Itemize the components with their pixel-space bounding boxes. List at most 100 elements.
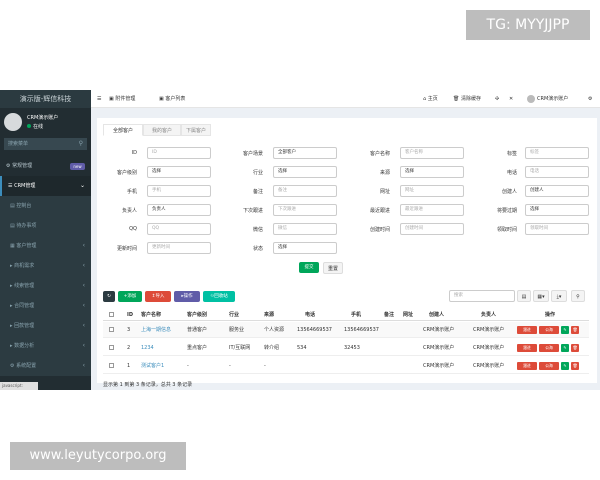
filter-select[interactable]: 选择 bbox=[273, 166, 337, 178]
col-mobile[interactable]: 手机 bbox=[351, 309, 361, 321]
cell-creator: CRM演示账户 bbox=[423, 327, 455, 333]
follow-up-button[interactable]: 跟进 bbox=[517, 344, 537, 352]
table-row[interactable]: 1 测试客户1 - - - CRM演示账户 CRM演示账户 跟进 公海 ✎ 🗑 bbox=[103, 358, 589, 374]
col-id[interactable]: ID bbox=[127, 309, 133, 321]
table-row[interactable]: 3 上海一期信息 普通客户 服务业 个人资源 13564669537 13564669537… bbox=[103, 322, 589, 338]
filter-input[interactable]: 更新时间 bbox=[147, 242, 211, 254]
export-icon[interactable]: ⤓▾ bbox=[551, 290, 567, 302]
sidebar-item-contracts[interactable]: ▸ 合同管理 ‹ bbox=[0, 296, 91, 316]
filter-label: 客户场景 bbox=[242, 151, 263, 157]
main-panel: 全部客户 我的客户 下属客户 ID ID 客户场景 全部客户 客户名称 客户名称 标签 标签客… bbox=[97, 118, 597, 388]
tab-sub-customers[interactable]: 下属客户 bbox=[181, 124, 211, 136]
delete-button[interactable]: 🗑 bbox=[571, 326, 579, 334]
cell-name[interactable]: 上海一期信息 bbox=[141, 322, 171, 338]
filter-input[interactable]: 电话 bbox=[525, 166, 589, 178]
public-pool-button[interactable]: 公海 bbox=[539, 326, 559, 334]
filter-select[interactable]: 选择 bbox=[147, 166, 211, 178]
delete-button[interactable]: 🗑 bbox=[571, 344, 579, 352]
sidebar-item-general[interactable]: ⚙ 常规管理 new bbox=[0, 156, 91, 176]
filter-select[interactable]: 选择 bbox=[273, 242, 337, 254]
public-pool-button[interactable]: 公海 bbox=[539, 362, 559, 370]
sidebar-item-customers[interactable]: ▦ 客户管理 ‹ bbox=[0, 236, 91, 256]
sidebar-item-opportunities[interactable]: ▸ 商机需求 ‹ bbox=[0, 256, 91, 276]
filter-input[interactable]: 网址 bbox=[400, 185, 464, 197]
toggle-view-icon[interactable]: ▤ bbox=[517, 290, 531, 302]
tab-all-customers[interactable]: 全部客户 bbox=[103, 124, 143, 136]
filter-select[interactable]: 选择 bbox=[400, 166, 464, 178]
public-pool-button[interactable]: 公海 bbox=[539, 344, 559, 352]
filter-input[interactable]: 手机 bbox=[147, 185, 211, 197]
select-all-checkbox[interactable] bbox=[109, 312, 114, 317]
filter-input[interactable]: ID bbox=[147, 147, 211, 159]
app-logo[interactable]: 演示版-辉信科技 bbox=[0, 90, 91, 108]
search-icon[interactable]: ⚲ bbox=[79, 140, 83, 147]
follow-up-button[interactable]: 跟进 bbox=[517, 362, 537, 370]
edit-button[interactable]: ✎ bbox=[561, 344, 569, 352]
sidebar-item-payments[interactable]: ▸ 回款管理 ‹ bbox=[0, 316, 91, 336]
recycle-bin-button[interactable]: ♲回收站 bbox=[203, 291, 235, 302]
expand-icon[interactable]: ✕ bbox=[509, 90, 513, 108]
filter-input[interactable]: QQ bbox=[147, 223, 211, 235]
sidebar-item-label: 客户管理 bbox=[16, 243, 37, 249]
add-button[interactable]: +添加 bbox=[118, 291, 142, 302]
tab-attachments[interactable]: ▣ 附件管理 bbox=[109, 90, 135, 108]
col-industry[interactable]: 行业 bbox=[229, 309, 239, 321]
filter-input[interactable]: 最近跟进 bbox=[400, 204, 464, 216]
filter-select[interactable]: 负责人 bbox=[147, 204, 211, 216]
col-url[interactable]: 网址 bbox=[403, 309, 413, 321]
recycle-label: 回收站 bbox=[214, 294, 228, 299]
filter-input[interactable]: 标签 bbox=[525, 147, 589, 159]
cell-name[interactable]: 测试客户1 bbox=[141, 358, 164, 374]
columns-icon[interactable]: ▦▾ bbox=[533, 290, 549, 302]
user-menu[interactable]: CRM演示账户 bbox=[527, 90, 568, 108]
sidebar-item-analytics[interactable]: ▸ 数据分析 ‹ bbox=[0, 336, 91, 356]
settings-icon[interactable]: ⚙ bbox=[588, 90, 592, 108]
filter-input[interactable]: 创建时间 bbox=[400, 223, 464, 235]
filter-input[interactable]: 微信 bbox=[273, 223, 337, 235]
col-phone[interactable]: 电话 bbox=[305, 309, 315, 321]
import-button[interactable]: ↥导入 bbox=[145, 291, 171, 302]
col-level[interactable]: 客户级别 bbox=[187, 309, 207, 321]
cell-name[interactable]: 1234 bbox=[141, 340, 154, 356]
refresh-button[interactable]: ↻ bbox=[103, 291, 115, 302]
cell-owner: CRM演示账户 bbox=[473, 363, 505, 369]
edit-button[interactable]: ✎ bbox=[561, 326, 569, 334]
tab-customer-list[interactable]: ▣ 客户列表 bbox=[159, 90, 185, 108]
row-checkbox[interactable] bbox=[109, 345, 114, 350]
col-source[interactable]: 来源 bbox=[264, 309, 274, 321]
filter-select[interactable]: 选择 bbox=[525, 204, 589, 216]
search-toggle-icon[interactable]: ⚲ bbox=[571, 290, 585, 302]
filter-select[interactable]: 创建人 bbox=[525, 185, 589, 197]
menu-toggle-icon[interactable]: ☰ bbox=[97, 90, 101, 108]
sidebar-item-dashboard[interactable]: ▤ 控制台 bbox=[0, 196, 91, 216]
clear-cache-button[interactable]: 🗑 清除缓存 bbox=[453, 90, 481, 108]
filter-input[interactable]: 下次跟进 bbox=[273, 204, 337, 216]
sidebar-item-settings[interactable]: ⚙ 系统配置 ‹ bbox=[0, 356, 91, 376]
reset-button[interactable]: 重置 bbox=[323, 262, 343, 274]
filter-input[interactable]: 领取时间 bbox=[525, 223, 589, 235]
home-link[interactable]: ⌂ 主页 bbox=[423, 90, 438, 108]
table-row[interactable]: 2 1234 重点客户 IT/互联网 转介绍 534 32453 CRM演示账户 CRM演示账户… bbox=[103, 340, 589, 356]
follow-up-button[interactable]: 跟进 bbox=[517, 326, 537, 334]
sidebar-search-input[interactable]: 搜索菜单 ⚲ bbox=[4, 138, 87, 150]
sidebar-item-todo[interactable]: ▤ 待办事项 bbox=[0, 216, 91, 236]
operate-button[interactable]: ▸操作 bbox=[174, 291, 200, 302]
operate-label: 操作 bbox=[183, 294, 193, 299]
row-checkbox[interactable] bbox=[109, 327, 114, 332]
submit-button[interactable]: 提交 bbox=[299, 262, 319, 273]
col-owner[interactable]: 负责人 bbox=[481, 309, 496, 321]
col-note[interactable]: 备注 bbox=[384, 309, 394, 321]
sidebar-item-crm[interactable]: ☰ CRM管理 ⌄ bbox=[0, 176, 91, 196]
filter-input[interactable]: 客户名称 bbox=[400, 147, 464, 159]
col-name[interactable]: 客户名称 bbox=[141, 309, 161, 321]
filter-input[interactable]: 备注 bbox=[273, 185, 337, 197]
row-checkbox[interactable] bbox=[109, 363, 114, 368]
sidebar-item-leads[interactable]: ▸ 线索管理 ‹ bbox=[0, 276, 91, 296]
filter-select[interactable]: 全部客户 bbox=[273, 147, 337, 159]
edit-button[interactable]: ✎ bbox=[561, 362, 569, 370]
table-search-input[interactable]: 搜索 bbox=[449, 290, 515, 302]
col-creator[interactable]: 创建人 bbox=[429, 309, 444, 321]
delete-button[interactable]: 🗑 bbox=[571, 362, 579, 370]
tab-my-customers[interactable]: 我的客户 bbox=[143, 124, 181, 136]
fullscreen-icon[interactable]: ✣ bbox=[495, 90, 499, 108]
